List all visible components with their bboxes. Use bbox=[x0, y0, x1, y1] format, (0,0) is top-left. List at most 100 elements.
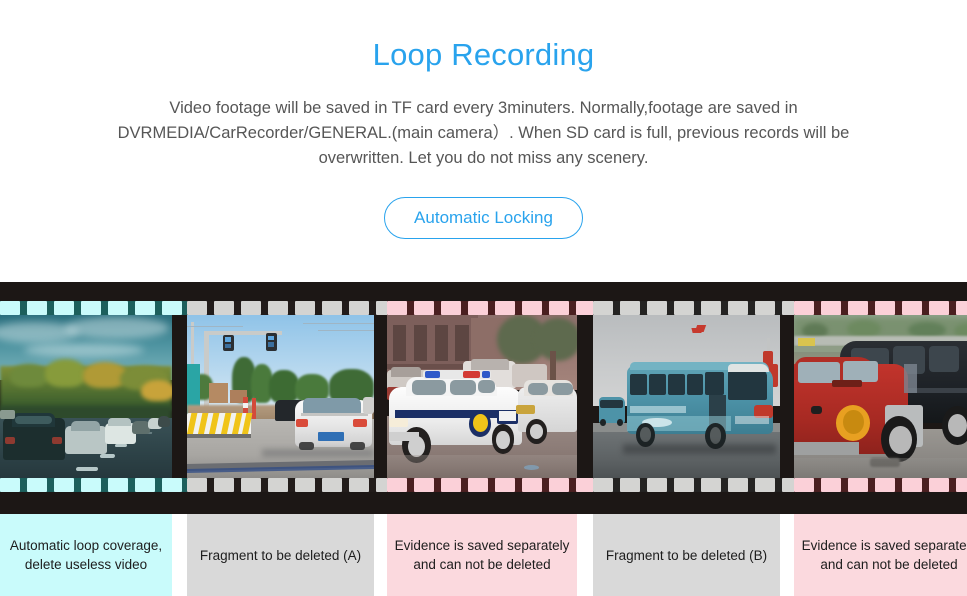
perforation-hole bbox=[728, 301, 748, 315]
button-row: Automatic Locking bbox=[0, 171, 967, 240]
filmstrip bbox=[0, 282, 967, 514]
perforation-segment bbox=[387, 301, 593, 315]
perforation-segment bbox=[187, 478, 387, 492]
perforation-hole bbox=[522, 478, 542, 492]
perforation-hole bbox=[875, 478, 895, 492]
caption-gap bbox=[577, 514, 593, 596]
perforation-segment bbox=[593, 478, 794, 492]
perforation-hole bbox=[495, 478, 515, 492]
perforation-hole bbox=[794, 301, 814, 315]
perforation-segment bbox=[187, 301, 387, 315]
perforation-hole bbox=[0, 301, 20, 315]
perforation-hole bbox=[81, 478, 101, 492]
caption-gap bbox=[172, 514, 187, 596]
perforation-segment bbox=[593, 301, 794, 315]
perforation-hole bbox=[956, 478, 967, 492]
perforation-segment bbox=[794, 478, 967, 492]
panel-gap bbox=[374, 315, 387, 478]
perforation-hole bbox=[241, 301, 261, 315]
perforation-hole bbox=[902, 301, 922, 315]
perforation-hole bbox=[593, 478, 613, 492]
panel-gap bbox=[172, 315, 187, 478]
panel-gap bbox=[577, 315, 593, 478]
perforation-hole bbox=[522, 301, 542, 315]
perforation-hole bbox=[755, 478, 775, 492]
perforation-hole bbox=[27, 478, 47, 492]
perforation-hole bbox=[875, 301, 895, 315]
caption-highway-autumn: Automatic loop coverage, delete useless … bbox=[0, 514, 172, 596]
perforation-hole bbox=[674, 301, 694, 315]
perforation-hole bbox=[821, 478, 841, 492]
perforation-hole bbox=[956, 301, 967, 315]
perforation-hole bbox=[647, 301, 667, 315]
perforation-hole bbox=[108, 301, 128, 315]
panel-gap bbox=[780, 315, 794, 478]
perforation-hole bbox=[782, 478, 794, 492]
perforation-hole bbox=[376, 301, 387, 315]
perforation-hole bbox=[414, 478, 434, 492]
perforation-hole bbox=[349, 301, 369, 315]
perforation-hole bbox=[268, 301, 288, 315]
panel-city-bus[interactable] bbox=[593, 315, 780, 478]
perforation-hole bbox=[214, 301, 234, 315]
panel-police-car-street[interactable] bbox=[387, 315, 577, 478]
perforation-hole bbox=[495, 301, 515, 315]
perforation-hole bbox=[241, 478, 261, 492]
perforation-hole bbox=[108, 478, 128, 492]
perforation-hole bbox=[468, 478, 488, 492]
perforation-hole bbox=[187, 301, 207, 315]
automatic-locking-button[interactable]: Automatic Locking bbox=[384, 197, 583, 240]
perforation-hole bbox=[414, 301, 434, 315]
perforation-hole bbox=[549, 478, 569, 492]
caption-gap bbox=[780, 514, 794, 596]
perforation-hole bbox=[549, 301, 569, 315]
perforation-hole bbox=[135, 478, 155, 492]
description-text: Video footage will be saved in TF card e… bbox=[117, 99, 850, 168]
perforation-segment bbox=[0, 478, 187, 492]
perforation-hole bbox=[441, 478, 461, 492]
perforation-hole bbox=[674, 478, 694, 492]
caption-row: Automatic loop coverage, delete useless … bbox=[0, 514, 967, 596]
panel-car-collision[interactable] bbox=[794, 315, 967, 478]
perforation-hole bbox=[162, 478, 182, 492]
perforation-hole bbox=[755, 301, 775, 315]
perforation-hole bbox=[187, 478, 207, 492]
perforation-hole bbox=[848, 301, 868, 315]
perforation-hole bbox=[54, 478, 74, 492]
perforation-hole bbox=[620, 478, 640, 492]
perforation-hole bbox=[902, 478, 922, 492]
perforation-hole bbox=[349, 478, 369, 492]
perforation-hole bbox=[782, 301, 794, 315]
perforation-hole bbox=[441, 301, 461, 315]
perforation-hole bbox=[701, 301, 721, 315]
perforation-hole bbox=[929, 478, 949, 492]
caption-car-collision: Evidence is saved separately and can not… bbox=[794, 514, 967, 596]
perforation-hole bbox=[848, 478, 868, 492]
perforation-hole bbox=[576, 301, 593, 315]
header-section: Loop Recording Video footage will be sav… bbox=[0, 0, 967, 282]
perforation-hole bbox=[295, 478, 315, 492]
filmstrip-perforations-top bbox=[0, 301, 967, 315]
perforation-hole bbox=[929, 301, 949, 315]
perforation-hole bbox=[593, 301, 613, 315]
perforation-hole bbox=[376, 478, 387, 492]
perforation-hole bbox=[214, 478, 234, 492]
photo-highway-autumn bbox=[0, 315, 172, 478]
caption-white-sedan-intersection: Fragment to be deleted (A) bbox=[187, 514, 374, 596]
filmstrip-panel-row bbox=[0, 315, 967, 478]
perforation-segment bbox=[794, 301, 967, 315]
photo-city-bus bbox=[593, 315, 780, 478]
perforation-hole bbox=[54, 301, 74, 315]
perforation-hole bbox=[322, 478, 342, 492]
perforation-hole bbox=[322, 301, 342, 315]
photo-white-sedan-intersection bbox=[187, 315, 374, 478]
perforation-hole bbox=[387, 478, 407, 492]
perforation-hole bbox=[0, 478, 20, 492]
perforation-hole bbox=[701, 478, 721, 492]
caption-gap bbox=[374, 514, 387, 596]
filmstrip-perforations-bottom bbox=[0, 478, 967, 492]
page-title: Loop Recording bbox=[372, 37, 595, 72]
panel-white-sedan-intersection[interactable] bbox=[187, 315, 374, 478]
panel-highway-autumn[interactable] bbox=[0, 315, 172, 478]
perforation-hole bbox=[268, 478, 288, 492]
